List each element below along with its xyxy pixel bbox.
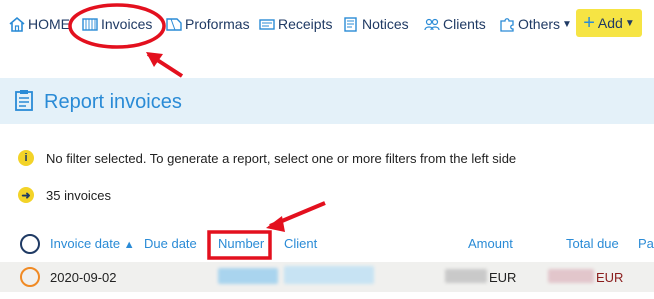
annotation-arrow-1 [146,52,184,78]
row-total-currency: EUR [596,270,624,285]
nav-notices-label: Notices [362,16,409,32]
nav-proformas[interactable]: Proformas [165,14,250,34]
nav-receipts-label: Receipts [278,16,333,32]
row-checkbox[interactable] [20,267,40,287]
invoice-icon [81,16,99,32]
nav-home[interactable]: HOME [8,14,70,34]
nav-clients[interactable]: Clients [423,14,486,34]
chevron-down-icon: ▼ [624,17,635,29]
nav-receipts[interactable]: Receipts [258,14,332,34]
home-icon [8,16,26,32]
row-amount-redacted [445,269,487,283]
clients-icon [423,16,441,32]
add-button-label: Add [597,15,623,31]
nav-proformas-label: Proformas [185,16,250,32]
notice-icon [342,16,360,32]
column-paid[interactable]: Pa [638,236,654,251]
nav-invoices[interactable]: Invoices [81,14,152,34]
info-icon: i [18,150,34,166]
row-invoice-date: 2020-09-02 [50,270,117,285]
arrow-head-1 [146,52,163,67]
column-invoice-date[interactable]: Invoice date ▲ [50,236,135,251]
arrow-right-icon: ➜ [18,187,34,203]
nav-others-label: Others [518,16,561,32]
sort-asc-icon: ▲ [123,239,135,251]
nav-clients-label: Clients [443,16,486,32]
column-number[interactable]: Number [218,236,264,251]
nav-others[interactable]: Others ▼ [498,14,572,34]
table-row[interactable]: 2020-09-02 EUR EUR [0,262,654,292]
row-amount-currency: EUR [489,270,517,285]
clipboard-icon [12,88,36,115]
chevron-down-icon: ▼ [562,18,572,30]
filter-info: i No filter selected. To generate a repo… [18,150,516,166]
invoice-count: 35 invoices [46,187,112,203]
proforma-icon [165,16,183,32]
column-client[interactable]: Client [284,236,317,251]
select-all-checkbox[interactable] [20,234,40,254]
page-title: Report invoices [44,91,182,113]
top-navigation: HOME Invoices Proformas Receipts Notices… [0,0,654,50]
table-header: Invoice date ▲ Due date Number Client Am… [0,230,654,258]
count-info: ➜ 35 invoices [18,187,111,203]
column-due-date[interactable]: Due date [144,236,197,251]
filter-message: No filter selected. To generate a report… [46,150,517,166]
column-amount[interactable]: Amount [468,236,513,251]
puzzle-icon [498,16,516,32]
receipt-icon [258,16,276,32]
row-client-redacted [284,266,374,284]
annotation-arrow-2 [269,201,326,228]
nav-invoices-label: Invoices [101,16,153,32]
row-total-redacted [548,269,594,283]
nav-home-label: HOME [28,16,70,32]
nav-notices[interactable]: Notices [342,14,409,34]
add-button[interactable]: + Add ▼ [576,9,642,37]
plus-icon: + [583,12,595,34]
column-total-due[interactable]: Total due [566,236,619,251]
row-number-redacted [218,268,278,284]
